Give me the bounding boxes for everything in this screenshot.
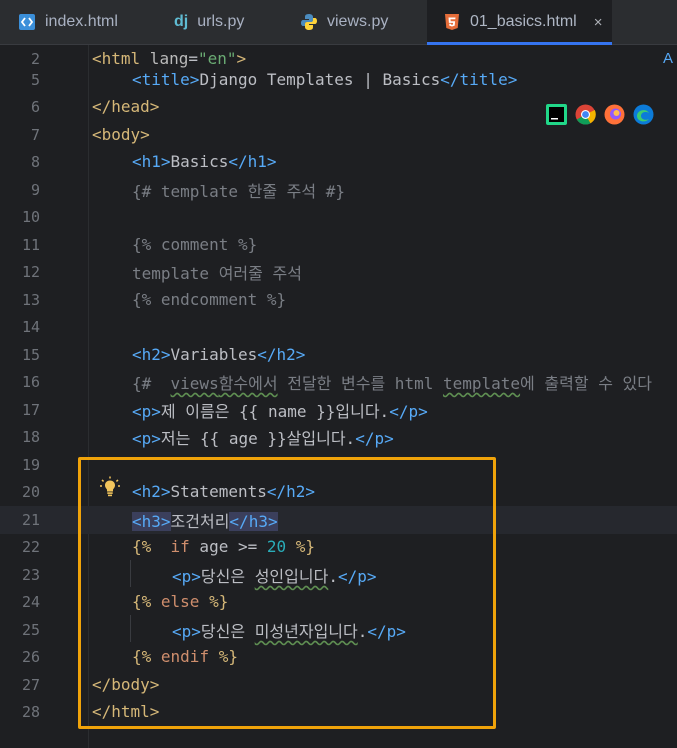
code-line[interactable]: 7 <body>: [0, 121, 677, 149]
code-line[interactable]: 12 template 여러줄 주석: [0, 258, 677, 286]
code-line[interactable]: 19: [0, 451, 677, 479]
code-line[interactable]: 17 <p>제 이름은 {{ name }}입니다.</p>: [0, 396, 677, 424]
line-number: 17: [21, 400, 40, 419]
code-text: <p>당신은 미성년자입니다.</p>: [172, 621, 406, 641]
code-line[interactable]: 6 </head>: [0, 93, 677, 121]
python-icon: [301, 14, 317, 30]
close-tab-icon[interactable]: ×: [594, 14, 603, 31]
lightbulb-icon[interactable]: [100, 476, 120, 498]
line-number: 20: [21, 482, 40, 501]
code-text: {% comment %}: [132, 235, 258, 255]
code-line[interactable]: 23 <p>당신은 성인입니다.</p>: [0, 561, 677, 589]
code-text: </body>: [92, 675, 160, 695]
line-number: 19: [21, 455, 40, 474]
code-text: <title>Django Templates | Basics</title>: [132, 70, 518, 90]
code-text: {% if age >= 20 %}: [132, 537, 316, 557]
line-number: 15: [21, 345, 40, 364]
line-number: 25: [21, 620, 40, 639]
line-number: 9: [30, 180, 40, 199]
line-number: 26: [21, 647, 40, 666]
code-text: <body>: [92, 125, 150, 145]
code-line[interactable]: 13 {% endcomment %}: [0, 286, 677, 314]
tab-label: index.html: [45, 13, 118, 30]
tab-label: views.py: [327, 13, 389, 30]
code-line[interactable]: 14: [0, 313, 677, 341]
tab-index-html[interactable]: index.html: [18, 0, 148, 44]
code-text: {% else %}: [132, 592, 229, 612]
code-text: {% endcomment %}: [132, 290, 287, 310]
code-line[interactable]: 27 </body>: [0, 671, 677, 699]
line-number: 10: [21, 207, 40, 226]
code-line[interactable]: 15 <h2>Variables</h2>: [0, 341, 677, 369]
code-line[interactable]: 18 <p>저는 {{ age }}살입니다.</p>: [0, 423, 677, 451]
code-line[interactable]: 28 </html>: [0, 698, 677, 726]
code-text: {% endif %}: [132, 647, 238, 667]
code-text: <h3>조건처리</h3>: [132, 511, 278, 531]
line-number: 12: [21, 262, 40, 281]
line-number: 14: [21, 317, 40, 336]
line-number: 23: [21, 565, 40, 584]
code-text: <p>저는 {{ age }}살입니다.</p>: [132, 428, 394, 448]
tab-urls-py[interactable]: dj urls.py: [174, 0, 274, 44]
line-number: 24: [21, 592, 40, 611]
line-number: 22: [21, 537, 40, 556]
code-line[interactable]: 5 <title>Django Templates | Basics</titl…: [0, 66, 677, 94]
code-line[interactable]: 11 {% comment %}: [0, 231, 677, 259]
html5-icon: [445, 14, 459, 30]
code-text: <h1>Basics</h1>: [132, 152, 277, 172]
code-text: {# views함수에서 전달한 변수를 html template에 출력할 …: [132, 373, 652, 393]
code-line[interactable]: 16 {# views함수에서 전달한 변수를 html template에 출…: [0, 368, 677, 396]
code-line[interactable]: 24 {% else %}: [0, 588, 677, 616]
code-text: </html>: [92, 702, 160, 722]
line-number: 5: [30, 70, 40, 89]
tab-01-basics-html[interactable]: 01_basics.html ×: [427, 0, 612, 45]
tab-label: 01_basics.html: [470, 13, 577, 30]
line-number: 6: [30, 97, 40, 116]
line-number: 8: [30, 152, 40, 171]
code-line-current[interactable]: 21 <h3>조건처리</h3>: [0, 506, 677, 534]
line-number: 13: [21, 290, 40, 309]
django-icon: dj: [174, 13, 189, 30]
code-line[interactable]: 9 {# template 한줄 주석 #}: [0, 176, 677, 204]
editor-tab-bar: index.html dj urls.py views.py 01_basics…: [0, 0, 677, 45]
line-number: 16: [21, 372, 40, 391]
code-text: <h2>Statements</h2>: [132, 482, 316, 502]
line-number: 18: [21, 427, 40, 446]
code-text: template 여러줄 주석: [132, 263, 302, 283]
tab-label: urls.py: [197, 13, 245, 30]
code-text: <h2>Variables</h2>: [132, 345, 306, 365]
line-number: 28: [21, 702, 40, 721]
html-file-icon: [19, 14, 35, 30]
code-text: {# template 한줄 주석 #}: [132, 181, 346, 201]
code-text: </head>: [92, 97, 160, 117]
line-number: 21: [21, 510, 40, 529]
code-text: <p>당신은 성인입니다.</p>: [172, 566, 377, 586]
code-text: <p>제 이름은 {{ name }}입니다.</p>: [132, 401, 428, 421]
line-number: 11: [21, 235, 40, 254]
code-line[interactable]: 22 {% if age >= 20 %}: [0, 533, 677, 561]
code-line[interactable]: 25 <p>당신은 미성년자입니다.</p>: [0, 616, 677, 644]
code-line[interactable]: 8 <h1>Basics</h1>: [0, 148, 677, 176]
tab-views-py[interactable]: views.py: [300, 0, 410, 44]
line-number: 27: [21, 675, 40, 694]
line-number: 7: [30, 125, 40, 144]
code-line[interactable]: 26 {% endif %}: [0, 643, 677, 671]
code-line[interactable]: 10: [0, 203, 677, 231]
